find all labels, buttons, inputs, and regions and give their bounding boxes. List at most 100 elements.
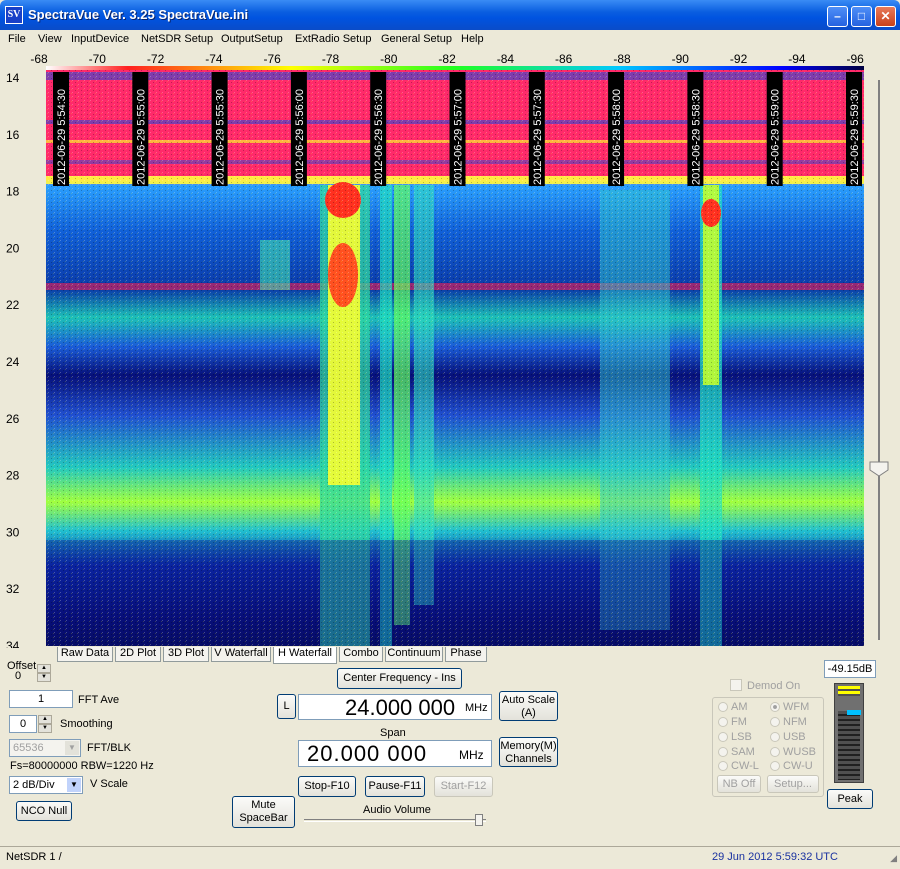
menu-extradio-setup[interactable]: ExtRadio Setup <box>295 33 371 45</box>
minimize-button[interactable]: – <box>827 6 848 27</box>
menu-file[interactable]: File <box>8 33 26 45</box>
status-device: NetSDR 1 / <box>6 851 62 863</box>
radio-usb[interactable]: USB <box>770 731 806 743</box>
tab-3d-plot[interactable]: 3D Plot <box>163 647 209 662</box>
demod-on-checkbox[interactable]: Demod On <box>730 679 800 692</box>
minimize-icon: – <box>834 9 841 23</box>
timestamp-label: 2012-06-29 5:57:30 <box>532 89 544 185</box>
smoothing-input[interactable]: 0 <box>9 715 37 733</box>
demod-on-label: Demod On <box>747 680 801 692</box>
fft-blk-select[interactable]: 65536 ▼ <box>9 739 81 757</box>
span-label: Span <box>380 727 406 739</box>
menu-help[interactable]: Help <box>461 33 484 45</box>
radio-cw-l[interactable]: CW-L <box>718 760 759 772</box>
y-tick-label: 22 <box>6 298 20 312</box>
timestamp-label: 2012-06-29 5:57:00 <box>453 89 465 185</box>
audio-volume-thumb[interactable] <box>475 814 483 826</box>
close-button[interactable]: ✕ <box>875 6 896 27</box>
span-display[interactable]: 20.000 000 MHz <box>298 740 492 767</box>
x-tick-label: -76 <box>264 52 282 66</box>
radio-cw-u[interactable]: CW-U <box>770 760 813 772</box>
smoothing-label: Smoothing <box>60 718 113 730</box>
chevron-down-icon: ▼ <box>67 778 81 792</box>
close-icon: ✕ <box>880 9 891 23</box>
maximize-button[interactable]: □ <box>851 6 872 27</box>
stop-button[interactable]: Stop-F10 <box>298 776 356 797</box>
menu-view[interactable]: View <box>38 33 62 45</box>
vscale-select[interactable]: 2 dB/Div ▼ <box>9 776 83 794</box>
memory-channels-button[interactable]: Memory(M) Channels <box>499 737 558 767</box>
timestamp-label: 2012-06-29 5:59:00 <box>770 89 782 185</box>
nco-null-button[interactable]: NCO Null <box>16 801 72 821</box>
radio-sam[interactable]: SAM <box>718 746 755 758</box>
fft-blk-value: 65536 <box>13 742 44 754</box>
status-datetime: 29 Jun 2012 5:59:32 UTC <box>712 851 838 863</box>
x-tick-label: -78 <box>322 52 340 66</box>
setup-button[interactable]: Setup... <box>767 775 819 793</box>
level-meter-fill <box>838 710 860 780</box>
fft-ave-input[interactable]: 1 <box>9 690 73 708</box>
pause-button[interactable]: Pause-F11 <box>365 776 425 797</box>
radio-lsb[interactable]: LSB <box>718 731 752 743</box>
x-tick-label: -68 <box>30 52 48 66</box>
level-meter-peak-zone <box>838 686 860 696</box>
tab-combo[interactable]: Combo <box>339 647 383 662</box>
maximize-icon: □ <box>857 9 866 23</box>
radio-wusb[interactable]: WUSB <box>770 746 816 758</box>
tab-continuum[interactable]: Continuum <box>385 647 443 662</box>
x-tick-label: -90 <box>672 52 690 66</box>
waterfall-display[interactable]: -68 -70 -72 -74 -76 -78 -80 -82 -84 -86 -88 -90 -92 -… <box>0 50 900 648</box>
fft-blk-label: FFT/BLK <box>87 742 132 754</box>
audio-volume-label: Audio Volume <box>363 804 431 816</box>
vscale-value: 2 dB/Div <box>13 779 55 791</box>
fs-rbw-info: Fs=80000000 RBW=1220 Hz <box>10 760 154 772</box>
timestamp-label: 2012-06-29 5:55:00 <box>135 89 147 185</box>
color-scale-bar <box>46 66 864 70</box>
y-tick-label: 34 <box>6 639 20 648</box>
nb-off-button[interactable]: NB Off <box>717 775 761 793</box>
app-icon[interactable]: SV <box>5 6 23 24</box>
x-tick-label: -70 <box>89 52 107 66</box>
tab-2d-plot[interactable]: 2D Plot <box>115 647 161 662</box>
center-frequency-unit: MHz <box>465 702 488 714</box>
tab-h-waterfall[interactable]: H Waterfall <box>273 647 337 664</box>
x-tick-label: -72 <box>147 52 165 66</box>
meter-value: -49.15dB <box>824 660 876 678</box>
span-value: 20.000 000 <box>307 741 428 766</box>
start-button[interactable]: Start-F12 <box>434 776 493 797</box>
checkbox-icon <box>730 679 742 691</box>
offset-spinner[interactable]: ▲ ▼ <box>37 664 51 682</box>
mute-button[interactable]: Mute SpaceBar <box>232 796 295 828</box>
menu-bar: File View InputDevice NetSDR Setup Outpu… <box>0 30 900 50</box>
status-bar: NetSDR 1 / 29 Jun 2012 5:59:32 UTC ◢ <box>0 846 900 869</box>
radio-fm[interactable]: FM <box>718 716 747 728</box>
radio-am[interactable]: AM <box>718 701 748 713</box>
smoothing-spinner[interactable]: ▲ ▼ <box>38 715 52 733</box>
l-button[interactable]: L <box>277 694 296 719</box>
tab-phase[interactable]: Phase <box>445 647 487 662</box>
x-tick-label: -86 <box>555 52 573 66</box>
menu-outputsetup[interactable]: OutputSetup <box>221 33 283 45</box>
tab-v-waterfall[interactable]: V Waterfall <box>211 647 271 662</box>
timestamp-label: 2012-06-29 5:56:30 <box>373 89 385 185</box>
tab-raw-data[interactable]: Raw Data <box>57 647 113 662</box>
y-tick-label: 30 <box>6 525 20 539</box>
center-frequency-button[interactable]: Center Frequency - Ins <box>337 668 462 689</box>
timestamp-label: 2012-06-29 5:59:30 <box>849 89 861 185</box>
radio-wfm[interactable]: WFM <box>770 701 809 713</box>
x-tick-label: -92 <box>730 52 748 66</box>
center-frequency-display[interactable]: 24.000 000 MHz <box>298 694 492 720</box>
radio-nfm[interactable]: NFM <box>770 716 807 728</box>
x-tick-label: -94 <box>788 52 806 66</box>
peak-button[interactable]: Peak <box>827 789 873 809</box>
timestamp-label: 2012-06-29 5:58:00 <box>611 89 623 185</box>
menu-general-setup[interactable]: General Setup <box>381 33 452 45</box>
menu-netsdr-setup[interactable]: NetSDR Setup <box>141 33 213 45</box>
auto-scale-button[interactable]: Auto Scale (A) <box>499 691 558 721</box>
timestamp-label: 2012-06-29 5:54:30 <box>56 89 68 185</box>
menu-inputdevice[interactable]: InputDevice <box>71 33 129 45</box>
audio-volume-slider[interactable] <box>304 819 486 822</box>
y-tick-label: 24 <box>6 355 20 369</box>
y-tick-label: 32 <box>6 582 20 596</box>
x-tick-label: -88 <box>613 52 631 66</box>
